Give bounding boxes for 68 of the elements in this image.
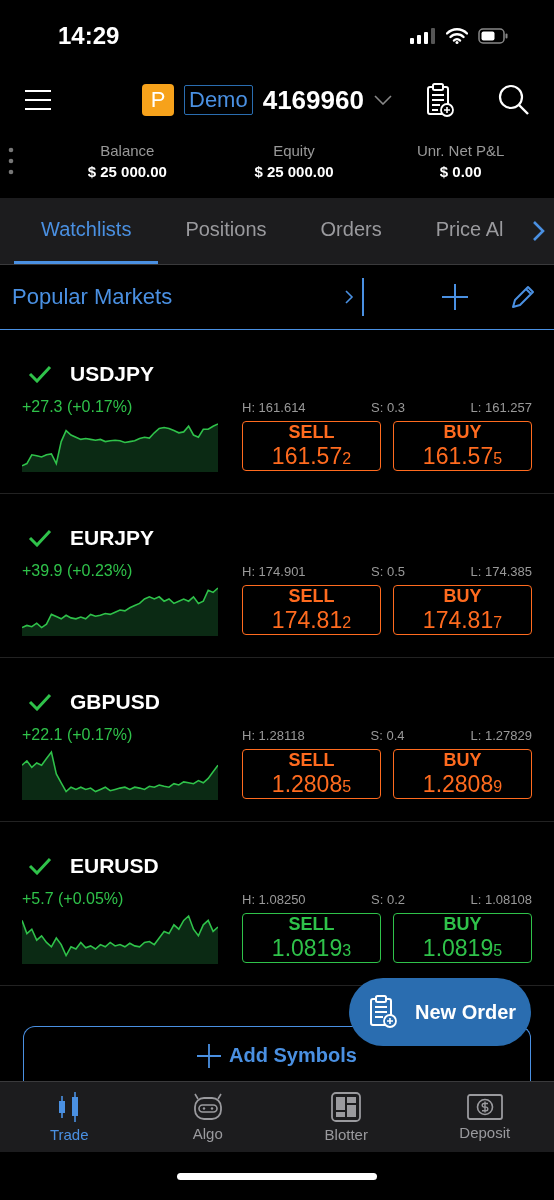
pencil-icon[interactable] [510, 284, 536, 310]
buy-button[interactable]: BUY 174.817 [393, 585, 532, 635]
check-icon[interactable] [28, 365, 52, 383]
nav-item[interactable]: Trade [0, 1082, 139, 1152]
account-number[interactable]: 4169960 [262, 84, 364, 116]
account-type-tag: Demo [184, 85, 253, 115]
tab[interactable]: Positions [158, 198, 294, 264]
sell-button[interactable]: SELL 1.28085 [242, 749, 381, 799]
status-time: 14:29 [58, 22, 120, 50]
nav-item[interactable]: Deposit [415, 1082, 554, 1152]
watchlist-title[interactable]: Popular Markets [12, 284, 344, 310]
spread-value: S: 0.4 [370, 728, 405, 743]
nav-item[interactable]: Blotter [277, 1082, 416, 1152]
symbol-name: EURUSD [70, 854, 159, 878]
buy-button[interactable]: BUY 1.08195 [393, 913, 532, 963]
chevron-right-icon[interactable] [344, 289, 354, 305]
account-badge: P [142, 84, 174, 116]
high-value: H: 174.901 [242, 564, 306, 579]
tab[interactable]: Watchlists [14, 198, 159, 264]
high-value: H: 1.28118 [242, 728, 305, 743]
sell-button[interactable]: SELL 161.572 [242, 421, 381, 471]
robot-icon [192, 1092, 223, 1121]
low-value: L: 161.257 [470, 400, 532, 415]
check-icon[interactable] [28, 857, 52, 875]
high-value: H: 1.08250 [242, 892, 306, 907]
high-value: H: 161.614 [242, 400, 306, 415]
more-vertical-icon[interactable] [8, 147, 14, 175]
check-icon[interactable] [28, 693, 52, 711]
dollar-bill-icon [466, 1093, 503, 1120]
clipboard-plus-icon [369, 995, 397, 1029]
low-value: L: 174.385 [470, 564, 532, 579]
sell-button[interactable]: SELL 174.812 [242, 585, 381, 635]
summary-label: Balance [100, 142, 155, 159]
summary-value: $ 25 000.00 [87, 163, 167, 180]
signal-icon [410, 28, 436, 44]
summary-label: Equity [273, 142, 315, 159]
wifi-icon [446, 28, 468, 44]
clipboard-plus-icon[interactable] [426, 82, 454, 118]
buy-button[interactable]: BUY 1.28089 [393, 749, 532, 799]
change-value: +39.9 (+0.23%) [22, 562, 134, 580]
sell-button[interactable]: SELL 1.08193 [242, 913, 381, 963]
battery-icon [478, 28, 508, 44]
symbol-name: EURJPY [70, 526, 155, 550]
summary-value: $ 25 000.00 [254, 163, 334, 180]
plus-icon [197, 1043, 222, 1068]
nav-item[interactable]: Algo [138, 1082, 277, 1152]
spread-value: S: 0.2 [371, 892, 406, 907]
check-icon[interactable] [28, 529, 52, 547]
tab[interactable]: Orders [293, 198, 409, 264]
symbol-name: GBPUSD [70, 690, 160, 714]
summary-value: $ 0.00 [439, 163, 482, 180]
change-value: +27.3 (+0.17%) [22, 398, 134, 416]
menu-icon[interactable] [24, 89, 52, 111]
plus-icon[interactable] [442, 284, 468, 310]
search-icon[interactable] [498, 84, 530, 116]
buy-button[interactable]: BUY 161.575 [393, 421, 532, 471]
new-order-button[interactable]: New Order [349, 978, 531, 1046]
spread-value: S: 0.5 [371, 564, 406, 579]
symbol-name: USDJPY [70, 362, 155, 386]
chevron-down-icon[interactable] [373, 95, 392, 105]
summary-label: Unr. Net P&L [416, 142, 505, 159]
tab[interactable]: Price Al [408, 198, 510, 264]
low-value: L: 1.27829 [470, 728, 532, 743]
change-value: +5.7 (+0.05%) [22, 890, 125, 908]
low-value: L: 1.08108 [470, 892, 532, 907]
spread-value: S: 0.3 [371, 400, 406, 415]
change-value: +22.1 (+0.17%) [22, 726, 134, 744]
dashboard-icon [331, 1091, 362, 1122]
